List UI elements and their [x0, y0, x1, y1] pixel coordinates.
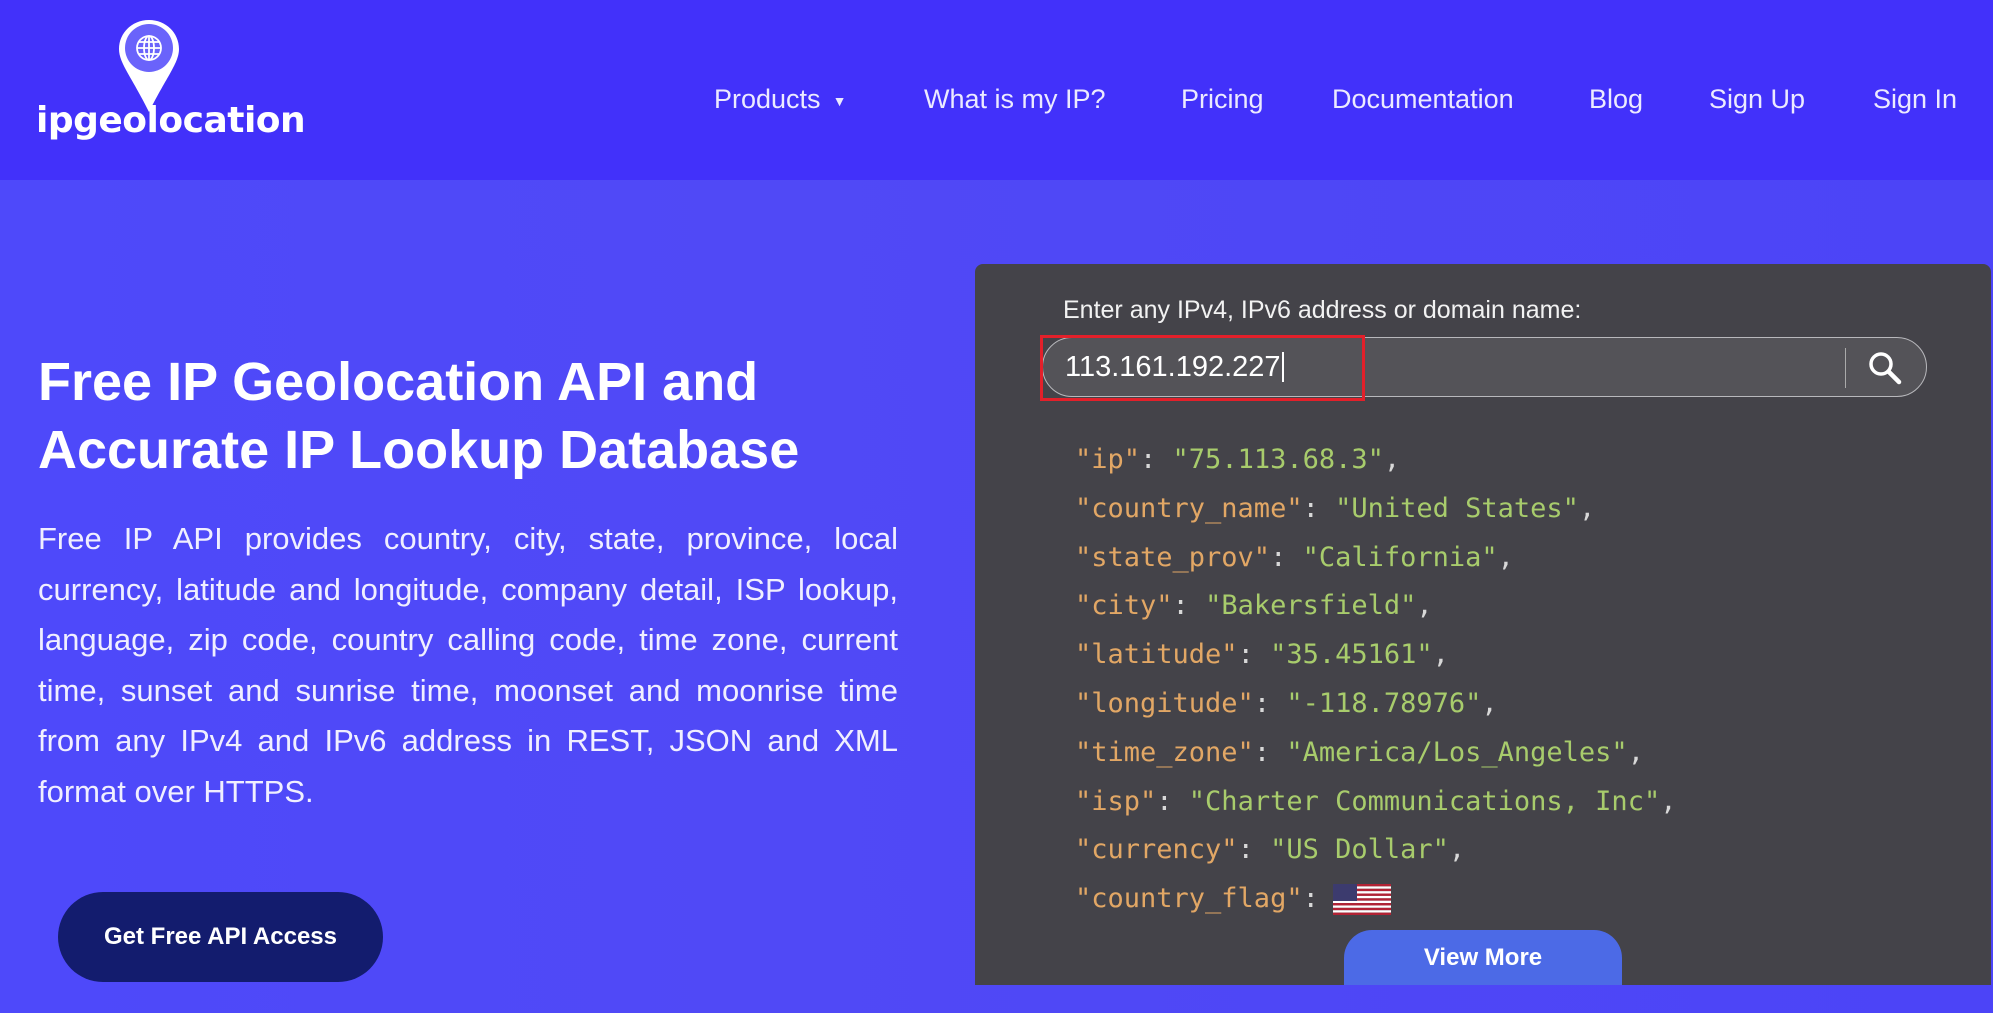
json-value: "-118.78976"	[1286, 687, 1482, 719]
json-key: "country_name"	[1075, 492, 1303, 524]
json-value: "Charter Communications, Inc"	[1188, 785, 1661, 817]
nav-blog[interactable]: Blog	[1589, 84, 1643, 115]
json-key: "state_prov"	[1075, 541, 1271, 573]
logo-text: ipgeolocation	[36, 100, 306, 141]
hero-description: Free IP API provides country, city, stat…	[38, 521, 898, 809]
get-free-api-access-button[interactable]: Get Free API Access	[58, 892, 383, 982]
json-key: "country_flag"	[1075, 883, 1303, 915]
json-line: "isp": "Charter Communications, Inc",	[1075, 785, 1677, 817]
logo[interactable]: ipgeolocation	[36, 18, 306, 148]
nav-what-is-my-ip[interactable]: What is my IP?	[924, 84, 1106, 115]
json-line: "country_name": "United States",	[1075, 492, 1596, 524]
json-key: "city"	[1075, 590, 1173, 622]
json-key: "currency"	[1075, 834, 1238, 866]
json-key: "isp"	[1075, 785, 1157, 817]
nav-sign-in[interactable]: Sign In	[1873, 84, 1957, 115]
nav-sign-up[interactable]: Sign Up	[1709, 84, 1805, 115]
json-key: "longitude"	[1075, 687, 1254, 719]
hero-title: Free IP Geolocation API and Accurate IP L…	[38, 348, 938, 484]
json-value: "United States"	[1335, 492, 1579, 524]
json-value: "35.45161"	[1270, 639, 1433, 671]
title-line-2: Accurate IP Lookup Database	[38, 420, 800, 480]
us-flag-icon	[1332, 884, 1391, 916]
ip-lookup-panel: Enter any IPv4, IPv6 address or domain n…	[975, 264, 1991, 985]
nav-products[interactable]: Products ▼	[714, 84, 846, 115]
title-line-1: Free IP Geolocation API and	[38, 352, 759, 412]
json-value: "California"	[1302, 541, 1498, 573]
json-line: "state_prov": "California",	[1075, 541, 1514, 573]
caret-down-icon: ▼	[832, 92, 847, 109]
input-highlight-box	[1040, 335, 1365, 401]
nav-pricing[interactable]: Pricing	[1181, 84, 1264, 115]
json-line-flag: "country_flag":	[1075, 875, 1676, 924]
json-line: "ip": "75.113.68.3",	[1075, 444, 1401, 475]
json-value: "Bakersfield"	[1205, 590, 1417, 622]
json-line: "longitude": "-118.78976",	[1075, 687, 1498, 719]
json-value: "75.113.68.3"	[1172, 444, 1384, 475]
search-icon[interactable]	[1865, 348, 1905, 388]
nav-documentation[interactable]: Documentation	[1332, 84, 1514, 115]
input-divider	[1845, 348, 1846, 388]
json-line: "currency": "US Dollar",	[1075, 834, 1466, 866]
lookup-result-json: "ip": "75.113.68.3", "country_name": "Uni…	[1075, 436, 1676, 924]
json-line: "latitude": "35.45161",	[1075, 639, 1449, 671]
site-header: ipgeolocation Products ▼ What is my IP? P…	[0, 0, 1993, 180]
json-key: "time_zone"	[1075, 736, 1254, 768]
json-value: "US Dollar"	[1270, 834, 1449, 866]
nav-label: Products	[714, 84, 821, 114]
json-line: "city": "Bakersfield",	[1075, 590, 1433, 622]
json-key: "latitude"	[1075, 639, 1238, 671]
view-more-button[interactable]: View More	[1344, 930, 1622, 985]
json-line: "time_zone": "America/Los_Angeles",	[1075, 736, 1644, 768]
lookup-label: Enter any IPv4, IPv6 address or domain n…	[1063, 296, 1582, 324]
json-key: "ip"	[1075, 444, 1141, 475]
json-value: "America/Los_Angeles"	[1286, 736, 1628, 768]
